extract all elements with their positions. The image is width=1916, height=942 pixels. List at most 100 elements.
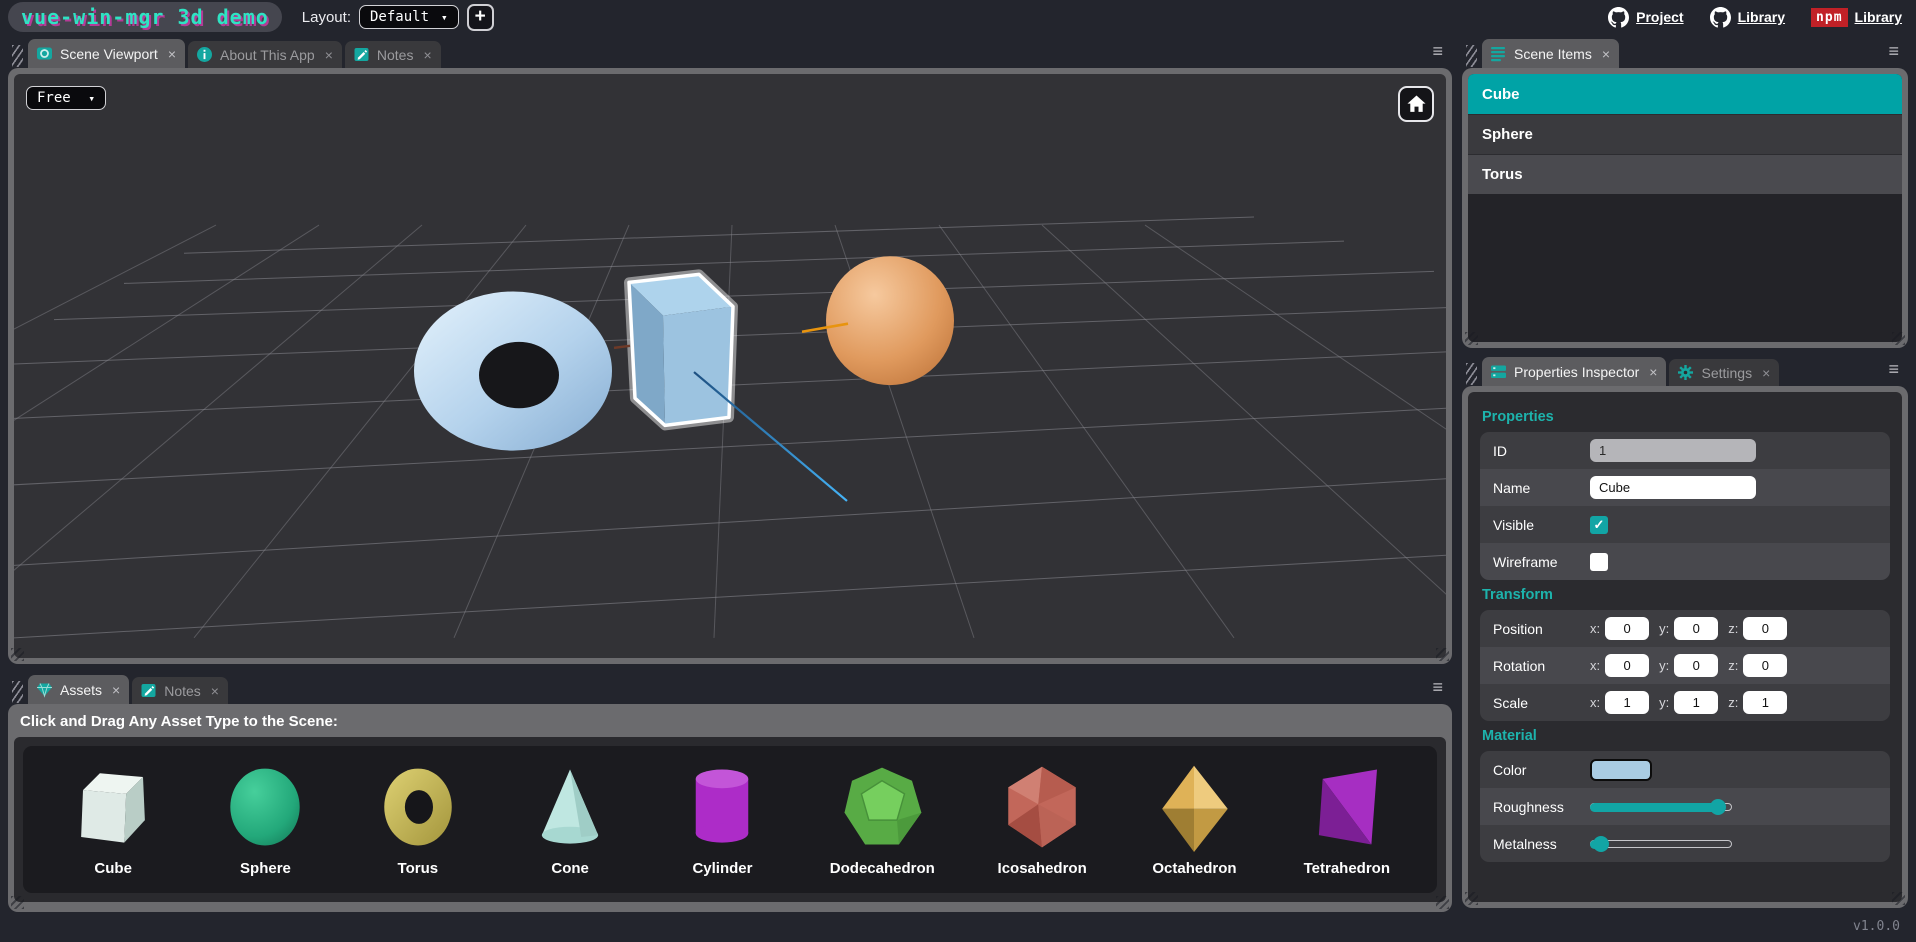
name-field[interactable]: [1590, 476, 1756, 499]
layout-group: Layout: Default ▾ +: [302, 4, 494, 31]
add-window-button[interactable]: +: [467, 4, 494, 31]
tab-close-icon[interactable]: ×: [325, 47, 333, 63]
rotation-x-field[interactable]: [1605, 654, 1649, 677]
reset-camera-button[interactable]: [1398, 86, 1434, 122]
github-project-link[interactable]: Project: [1608, 7, 1683, 28]
metalness-slider[interactable]: [1590, 836, 1732, 852]
tab-assets[interactable]: Assets ×: [28, 675, 129, 704]
npm-icon: npm: [1811, 8, 1847, 27]
github-icon: [1710, 7, 1731, 28]
slider-track: [1590, 840, 1732, 848]
scale-y-field[interactable]: [1674, 691, 1718, 714]
scene-items-tabstrip: Scene Items × ≡: [1462, 38, 1908, 68]
sphere-object[interactable]: [826, 256, 954, 385]
asset-tetrahedron[interactable]: Tetrahedron: [1302, 762, 1392, 877]
resize-corner[interactable]: [1465, 332, 1478, 345]
resize-corner[interactable]: [11, 896, 24, 909]
scale-x-field[interactable]: [1605, 691, 1649, 714]
tab-scene-viewport[interactable]: Scene Viewport ×: [28, 39, 185, 68]
resize-corner[interactable]: [1465, 892, 1478, 905]
cube-object[interactable]: [629, 274, 733, 425]
tab-close-icon[interactable]: ×: [211, 683, 219, 699]
resize-corner[interactable]: [1892, 332, 1905, 345]
position-y-field[interactable]: [1674, 617, 1718, 640]
scale-label: Scale: [1493, 695, 1590, 711]
chevron-down-icon: ▾: [88, 92, 95, 105]
rotation-z-field[interactable]: [1743, 654, 1787, 677]
metalness-label: Metalness: [1493, 836, 1590, 852]
roughness-row: Roughness: [1480, 788, 1890, 825]
tab-settings[interactable]: Settings ×: [1669, 359, 1779, 386]
asset-label: Octahedron: [1152, 860, 1236, 877]
scene-item-cube[interactable]: Cube: [1468, 74, 1902, 114]
asset-cube[interactable]: Cube: [68, 762, 158, 877]
window-menu-icon[interactable]: ≡: [1427, 677, 1448, 701]
asset-cylinder[interactable]: Cylinder: [677, 762, 767, 877]
scene-item-label: Torus: [1482, 166, 1523, 183]
tab-notes[interactable]: Notes ×: [345, 41, 441, 68]
resize-grip[interactable]: [1466, 363, 1477, 385]
resize-corner[interactable]: [1436, 896, 1449, 909]
z-axis-label: z:: [1728, 695, 1738, 710]
assets-content: Cube Sphere: [14, 737, 1446, 902]
visible-label: Visible: [1493, 517, 1590, 533]
tab-close-icon[interactable]: ×: [1602, 46, 1610, 62]
color-swatch[interactable]: [1590, 759, 1652, 781]
asset-cone[interactable]: Cone: [525, 762, 615, 877]
slider-thumb[interactable]: [1710, 799, 1726, 815]
position-x-field[interactable]: [1605, 617, 1649, 640]
window-menu-icon[interactable]: ≡: [1883, 41, 1904, 65]
dodecahedron-asset-icon: [837, 762, 927, 852]
asset-octahedron[interactable]: Octahedron: [1149, 762, 1239, 877]
slider-thumb[interactable]: [1593, 836, 1609, 852]
torus-asset-icon: [373, 762, 463, 852]
tab-label: Notes: [164, 683, 201, 699]
z-axis-label: z:: [1728, 658, 1738, 673]
github-library-link[interactable]: Library: [1710, 7, 1785, 28]
id-row: ID: [1480, 432, 1890, 469]
camera-mode-select[interactable]: Free ▾: [26, 86, 106, 110]
scene-item-torus[interactable]: Torus: [1468, 154, 1902, 194]
resize-grip[interactable]: [12, 681, 23, 703]
visible-checkbox[interactable]: ✓: [1590, 516, 1608, 534]
scene-canvas[interactable]: Free ▾: [14, 74, 1446, 658]
tab-about-this-app[interactable]: About This App ×: [188, 41, 342, 68]
asset-torus[interactable]: Torus: [373, 762, 463, 877]
top-links: Project Library npm Library: [1608, 7, 1902, 28]
scale-z-field[interactable]: [1743, 691, 1787, 714]
roughness-slider[interactable]: [1590, 799, 1732, 815]
tab-close-icon[interactable]: ×: [423, 47, 431, 63]
resize-corner[interactable]: [1892, 892, 1905, 905]
asset-icosahedron[interactable]: Icosahedron: [997, 762, 1087, 877]
npm-library-link[interactable]: npm Library: [1811, 8, 1902, 27]
tab-label: About This App: [220, 47, 315, 63]
rotation-y-field[interactable]: [1674, 654, 1718, 677]
tab-close-icon[interactable]: ×: [1762, 365, 1770, 381]
resize-corner[interactable]: [11, 648, 24, 661]
resize-corner[interactable]: [1436, 648, 1449, 661]
resize-grip[interactable]: [1466, 45, 1477, 67]
window-menu-icon[interactable]: ≡: [1883, 359, 1904, 383]
y-axis-label: y:: [1659, 658, 1669, 673]
tab-properties-inspector[interactable]: Properties Inspector ×: [1482, 357, 1666, 386]
assets-hint-text: Click and Drag Any Asset Type to the Sce…: [14, 710, 1446, 737]
tab-scene-items[interactable]: Scene Items ×: [1482, 39, 1619, 68]
assets-window: Assets × Notes × ≡ Click and Drag Any As…: [8, 674, 1452, 912]
app-version: v1.0.0: [1853, 919, 1900, 934]
position-z-field[interactable]: [1743, 617, 1787, 640]
torus-object[interactable]: [414, 291, 612, 450]
wireframe-checkbox[interactable]: [1590, 553, 1608, 571]
scene-item-sphere[interactable]: Sphere: [1468, 114, 1902, 154]
project-link-label: Project: [1636, 9, 1683, 25]
asset-sphere[interactable]: Sphere: [220, 762, 310, 877]
tab-close-icon[interactable]: ×: [1649, 364, 1657, 380]
chevron-down-icon: ▾: [441, 11, 448, 24]
asset-dodecahedron[interactable]: Dodecahedron: [830, 762, 935, 877]
tab-close-icon[interactable]: ×: [112, 682, 120, 698]
tab-notes-bottom[interactable]: Notes ×: [132, 677, 228, 704]
assets-strip: Cube Sphere: [23, 746, 1437, 893]
layout-select[interactable]: Default ▾: [359, 5, 459, 29]
resize-grip[interactable]: [12, 45, 23, 67]
tab-close-icon[interactable]: ×: [168, 46, 176, 62]
window-menu-icon[interactable]: ≡: [1427, 41, 1448, 65]
